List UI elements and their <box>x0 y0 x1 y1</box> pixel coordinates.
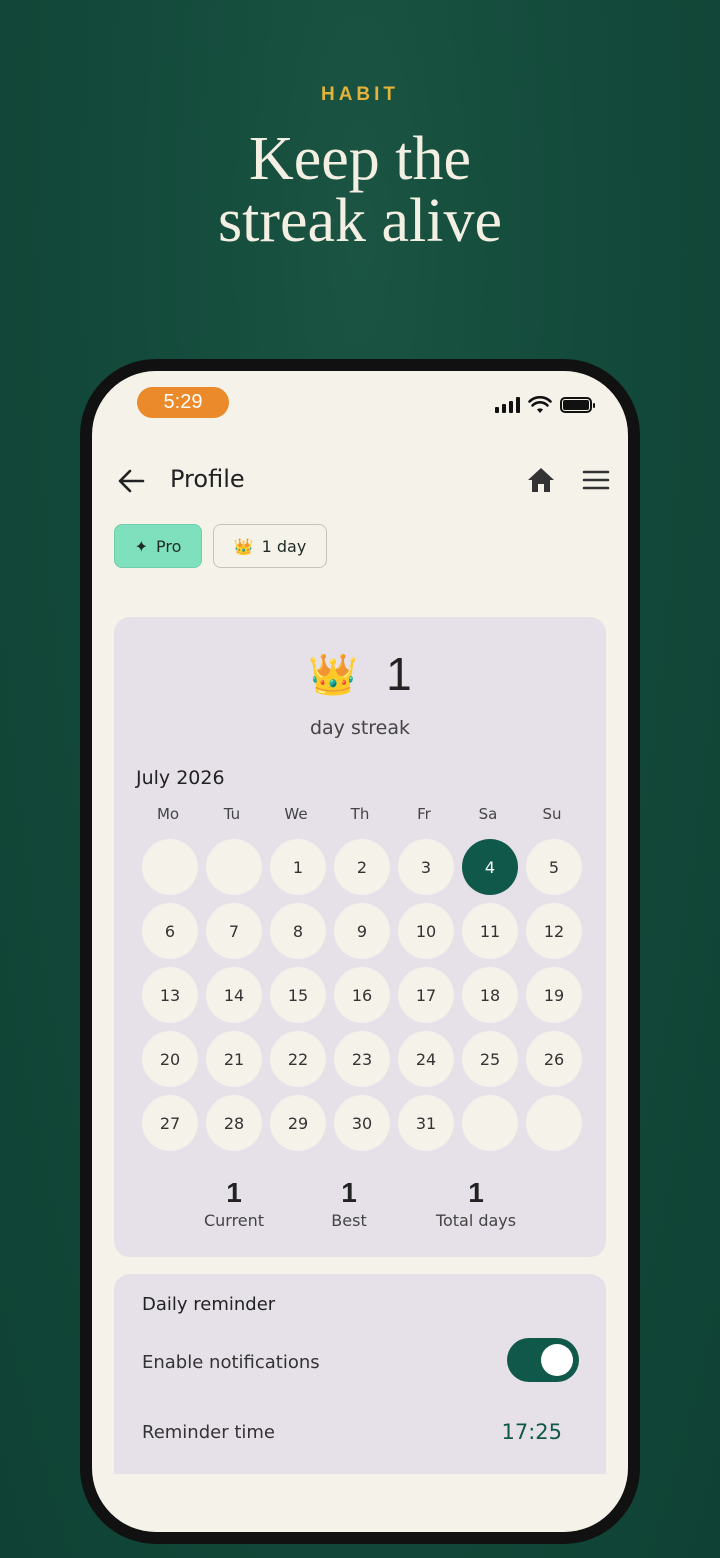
weekday-label: Th <box>350 805 370 823</box>
stat-best-label: Best <box>331 1211 367 1230</box>
calendar-day[interactable]: 31 <box>398 1095 454 1151</box>
weekday-header: Mo Tu We Th Fr Sa Su <box>136 805 584 823</box>
calendar-day[interactable]: 13 <box>142 967 198 1023</box>
calendar-day[interactable]: 3 <box>398 839 454 895</box>
app-bar: Profile <box>92 459 628 503</box>
status-icons <box>495 395 595 415</box>
calendar-day[interactable]: 19 <box>526 967 582 1023</box>
weekday-label: Tu <box>223 805 241 823</box>
stat-total-label: Total days <box>435 1211 517 1230</box>
home-icon[interactable] <box>526 465 556 495</box>
toggle-knob <box>541 1344 573 1376</box>
pro-chip[interactable]: ✦ Pro <box>114 524 202 568</box>
streak-count: 1 <box>386 648 412 700</box>
back-arrow-icon[interactable] <box>116 467 146 495</box>
calendar-day-empty <box>206 839 262 895</box>
calendar-day[interactable]: 5 <box>526 839 582 895</box>
calendar-day[interactable]: 20 <box>142 1031 198 1087</box>
calendar-day-empty <box>462 1095 518 1151</box>
reminder-title: Daily reminder <box>142 1294 276 1315</box>
calendar-day[interactable]: 16 <box>334 967 390 1023</box>
battery-icon <box>560 397 595 413</box>
calendar-day[interactable]: 24 <box>398 1031 454 1087</box>
stat-current: 1 Current <box>184 1177 284 1230</box>
page-title: Profile <box>170 465 245 493</box>
calendar-day[interactable]: 1 <box>270 839 326 895</box>
calendar-day[interactable]: 4 <box>462 839 518 895</box>
calendar-day[interactable]: 6 <box>142 903 198 959</box>
stat-current-value: 1 <box>226 1177 242 1208</box>
calendar-day[interactable]: 2 <box>334 839 390 895</box>
calendar-day[interactable]: 27 <box>142 1095 198 1151</box>
streak-chip-label: 1 day <box>261 536 307 556</box>
weekday-label: Mo <box>156 805 180 823</box>
stat-total: 1 Total days <box>414 1177 538 1230</box>
crown-icon: 👑 <box>233 536 254 556</box>
calendar-day[interactable]: 18 <box>462 967 518 1023</box>
reminder-time-value[interactable]: 17:25 <box>501 1420 562 1444</box>
calendar-day[interactable]: 9 <box>334 903 390 959</box>
weekday-label: Su <box>542 805 562 823</box>
calendar-day[interactable]: 8 <box>270 903 326 959</box>
headline-line-2: streak alive <box>217 187 503 255</box>
calendar-day[interactable]: 26 <box>526 1031 582 1087</box>
streak-label: day streak <box>309 717 411 739</box>
stat-best-value: 1 <box>341 1177 357 1208</box>
streak-stats: 1 Current 1 Best 1 Total days <box>114 1177 606 1237</box>
calendar-month: July 2026 <box>136 767 225 789</box>
notifications-label: Enable notifications <box>142 1352 320 1373</box>
weekday-label: We <box>284 805 308 823</box>
sparkle-icon: ✦ <box>134 536 148 556</box>
calendar-day[interactable]: 28 <box>206 1095 262 1151</box>
promo-eyebrow: HABIT <box>320 84 400 105</box>
calendar-day[interactable]: 14 <box>206 967 262 1023</box>
calendar-day[interactable]: 11 <box>462 903 518 959</box>
phone-screen: 5:29 Profile ✦ Pro 👑 1 day 👑 1 day strea… <box>92 371 628 1532</box>
calendar-day[interactable]: 21 <box>206 1031 262 1087</box>
calendar-day[interactable]: 7 <box>206 903 262 959</box>
stat-current-label: Current <box>203 1211 265 1230</box>
calendar-day-empty <box>142 839 198 895</box>
weekday-label: Fr <box>417 805 431 823</box>
streak-card: 👑 1 day streak July 2026 Mo Tu We Th Fr Sa Su … <box>114 617 606 1257</box>
calendar-day[interactable]: 17 <box>398 967 454 1023</box>
streak-chip[interactable]: 👑 1 day <box>213 524 327 568</box>
phone-frame: 5:29 Profile ✦ Pro 👑 1 day 👑 1 day strea… <box>80 359 640 1544</box>
calendar-day[interactable]: 23 <box>334 1031 390 1087</box>
calendar-day[interactable]: 29 <box>270 1095 326 1151</box>
hamburger-menu-icon[interactable] <box>582 467 610 493</box>
calendar-grid: 1 2 3 4 5 6 7 8 9 10 11 12 13 14 15 16 17 18 19 20 21 22 23 24 2… <box>138 835 586 1155</box>
calendar-day[interactable]: 15 <box>270 967 326 1023</box>
streak-header: 👑 1 <box>114 647 606 701</box>
stat-total-value: 1 <box>468 1177 484 1208</box>
weekday-label: Sa <box>478 805 498 823</box>
calendar-day[interactable]: 12 <box>526 903 582 959</box>
cellular-signal-icon <box>495 397 520 413</box>
promo-headline: Keep the streak alive <box>0 128 720 252</box>
calendar-day[interactable]: 22 <box>270 1031 326 1087</box>
reminder-time-label: Reminder time <box>142 1422 276 1443</box>
notifications-toggle[interactable] <box>507 1338 579 1382</box>
calendar-day[interactable]: 30 <box>334 1095 390 1151</box>
calendar-day[interactable]: 25 <box>462 1031 518 1087</box>
calendar-day[interactable]: 10 <box>398 903 454 959</box>
crown-icon: 👑 <box>308 651 359 698</box>
headline-line-1: Keep the <box>248 125 472 193</box>
calendar-day-empty <box>526 1095 582 1151</box>
stat-best: 1 Best <box>309 1177 389 1230</box>
wifi-icon <box>528 396 552 413</box>
status-time: 5:29 <box>137 387 229 418</box>
reminder-card: Daily reminder Enable notifications Remi… <box>114 1274 606 1474</box>
pro-chip-label: Pro <box>156 536 182 556</box>
